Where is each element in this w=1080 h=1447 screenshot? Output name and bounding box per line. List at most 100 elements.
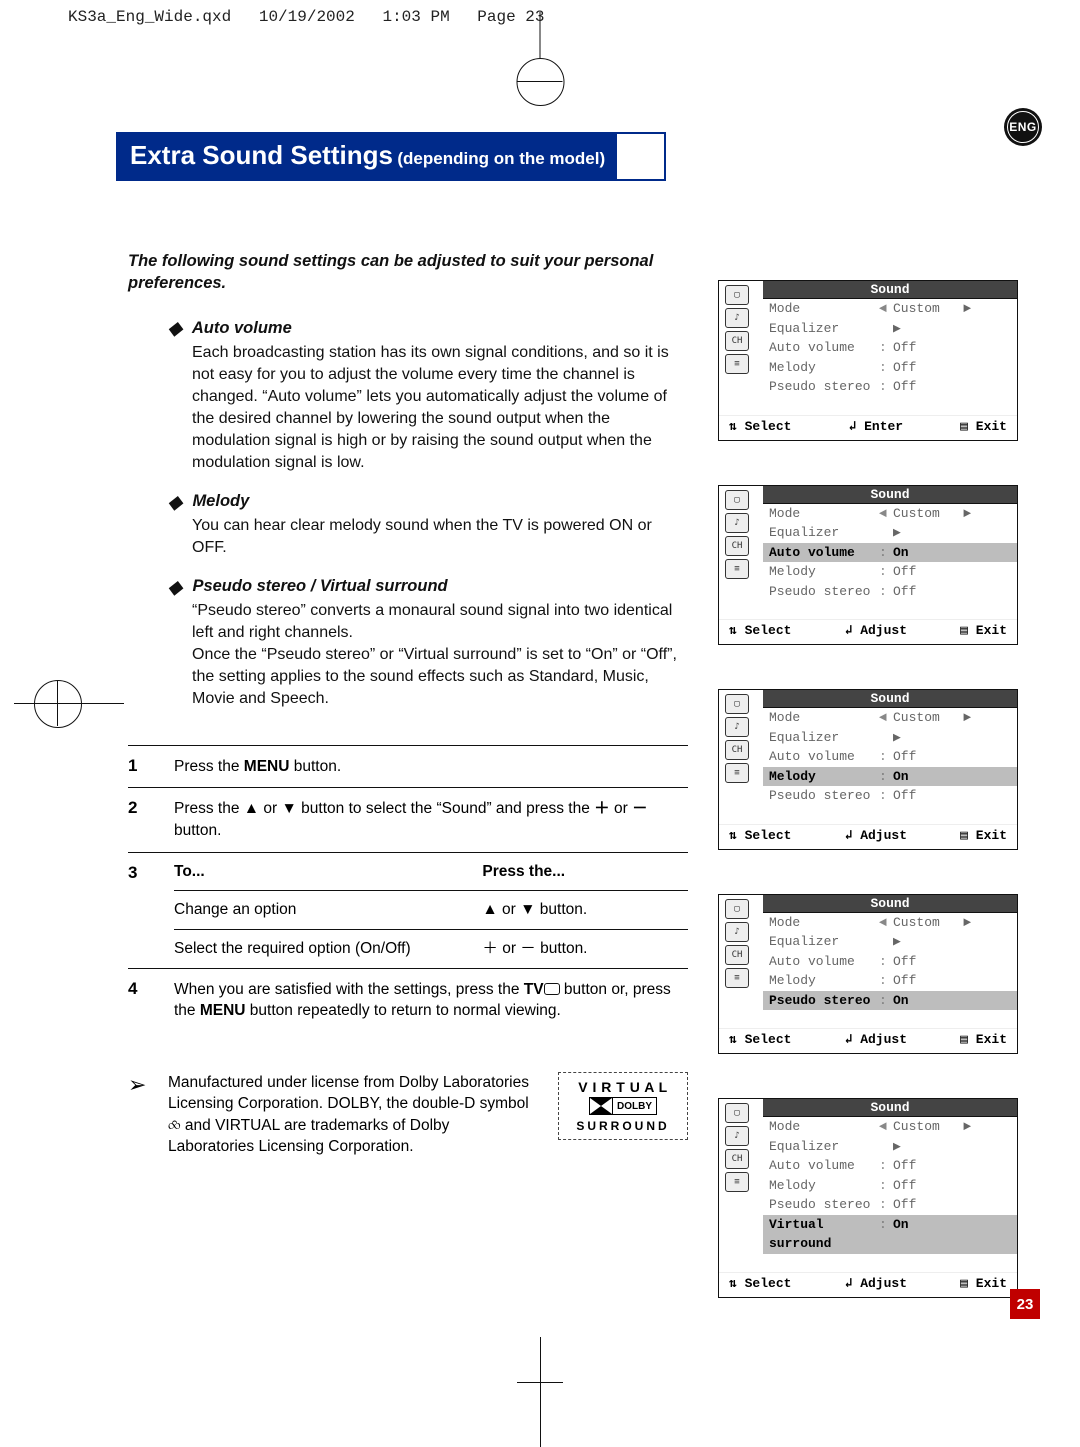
- print-pageno: Page 23: [477, 8, 544, 26]
- registration-mark-top: [540, 12, 541, 58]
- sound-icon: ♪: [725, 308, 749, 328]
- osd-row-vs: Virtual surround:On: [763, 1215, 1017, 1254]
- osd-title: Sound: [763, 1099, 1017, 1117]
- osd-nav-hints: ⇅ Select ↲ Adjust ▤ Exit: [719, 619, 1017, 644]
- osd-nav-hints: ⇅ Select↲ Enter▤ Exit: [719, 415, 1017, 440]
- channel-icon: CH: [725, 945, 749, 965]
- print-time: 1:03 PM: [382, 8, 449, 26]
- nav-middle: ↲ Adjust: [845, 1032, 907, 1047]
- osd-title: Sound: [763, 281, 1017, 299]
- osd-row-mode: Mode◄Custom ►: [763, 299, 1017, 319]
- osd-screen: ▢♪CH≡SoundMode◄Custom ►Equalizer▶Auto vo…: [718, 280, 1018, 441]
- col-press: Press the...: [482, 853, 688, 891]
- osd-title: Sound: [763, 690, 1017, 708]
- osd-row-mode: Mode◄Custom ►: [763, 1117, 1017, 1137]
- section-title-bar: Extra Sound Settings (depending on the m…: [116, 132, 666, 181]
- language-badge: ENG: [1004, 108, 1042, 146]
- osd-nav-hints: ⇅ Select ↲ Adjust ▤ Exit: [719, 1272, 1017, 1297]
- osd-screen: ▢♪CH≡SoundMode◄Custom ►Equalizer▶Auto vo…: [718, 1098, 1018, 1298]
- picture-icon: ▢: [725, 694, 749, 714]
- function-icon: ≡: [725, 968, 749, 988]
- sound-icon: ♪: [725, 1126, 749, 1146]
- osd-nav-hints: ⇅ Select↲ Adjust▤ Exit: [719, 824, 1017, 849]
- title-sub: (depending on the model): [397, 149, 605, 168]
- step-4: 4 When you are satisfied with the settin…: [128, 969, 688, 1032]
- step-2: 2 Press the ▲ or ▼ button to select the …: [128, 788, 688, 852]
- auto-volume-text: Each broadcasting station has its own si…: [192, 342, 688, 474]
- row-select-onoff: Select the required option (On/Off): [174, 929, 482, 967]
- osd-category-icons: ▢♪CH≡: [719, 281, 763, 415]
- channel-icon: CH: [725, 740, 749, 760]
- osd-category-icons: ▢♪CH≡: [719, 486, 763, 620]
- osd-row-ps: Pseudo stereo:On: [763, 991, 1017, 1011]
- osd-row-av: Auto volume:Off: [763, 1156, 1017, 1176]
- osd-row-ps: Pseudo stereo:Off: [763, 377, 1017, 397]
- channel-icon: CH: [725, 536, 749, 556]
- osd-row-mel: Melody:Off: [763, 971, 1017, 991]
- osd-row-eq: Equalizer▶: [763, 932, 1017, 952]
- col-to: To...: [174, 853, 482, 891]
- nav-exit: ▤ Exit: [960, 828, 1007, 843]
- osd-screen: ▢♪CH≡SoundMode◄Custom ►Equalizer▶Auto vo…: [718, 485, 1018, 646]
- function-icon: ≡: [725, 559, 749, 579]
- osd-row-eq: Equalizer▶: [763, 319, 1017, 339]
- diamond-icon: ◆: [168, 319, 182, 337]
- surround-label: SURROUND: [563, 1119, 683, 1133]
- osd-row-mel: Melody:Off: [763, 562, 1017, 582]
- melody-text: You can hear clear melody sound when the…: [192, 515, 688, 559]
- nav-middle: ↲ Adjust: [845, 1276, 907, 1291]
- nav-exit: ▤ Exit: [960, 623, 1007, 638]
- diamond-icon: ◆: [168, 578, 182, 596]
- picture-icon: ▢: [725, 899, 749, 919]
- sound-icon: ♪: [725, 717, 749, 737]
- osd-row-mel: Melody:On: [763, 767, 1017, 787]
- step-3: 3 To... Press the... Change an option ▲ …: [128, 853, 688, 969]
- osd-title: Sound: [763, 486, 1017, 504]
- tv-icon: [544, 983, 560, 995]
- nav-exit: ▤ Exit: [960, 419, 1007, 434]
- step-1: 1 Press the MENU button.: [128, 746, 688, 789]
- nav-exit: ▤ Exit: [960, 1276, 1007, 1291]
- picture-icon: ▢: [725, 490, 749, 510]
- nav-select: ⇅ Select: [729, 1276, 791, 1291]
- osd-row-av: Auto volume:Off: [763, 747, 1017, 767]
- title-main: Extra Sound Settings: [130, 140, 393, 170]
- dolby-logo-box: V I R T U A L DOLBY SURROUND: [558, 1072, 688, 1140]
- function-icon: ≡: [725, 763, 749, 783]
- intro-text: The following sound settings can be adju…: [128, 250, 688, 295]
- page-number: 23: [1010, 1289, 1040, 1319]
- osd-nav-hints: ⇅ Select ↲ Adjust ▤ Exit: [719, 1028, 1017, 1053]
- melody-heading: ◆ Melody: [168, 492, 688, 511]
- print-header: KS3a_Eng_Wide.qxd 10/19/2002 1:03 PM Pag…: [68, 8, 563, 26]
- registration-mark-bottom: [517, 1337, 563, 1447]
- osd-row-eq: Equalizer▶: [763, 1137, 1017, 1157]
- row-select-onoff-btn: ＋ or － button.: [482, 929, 688, 967]
- body-column: The following sound settings can be adju…: [128, 250, 688, 1158]
- osd-row-eq: Equalizer▶: [763, 523, 1017, 543]
- registration-mark-left: [14, 680, 124, 726]
- osd-row-ps: Pseudo stereo:Off: [763, 786, 1017, 806]
- nav-select: ⇅ Select: [729, 1032, 791, 1047]
- function-icon: ≡: [725, 1172, 749, 1192]
- manual-page: KS3a_Eng_Wide.qxd 10/19/2002 1:03 PM Pag…: [0, 0, 1080, 1447]
- nav-select: ⇅ Select: [729, 623, 791, 638]
- osd-row-mel: Melody:Off: [763, 358, 1017, 378]
- osd-row-mel: Melody:Off: [763, 1176, 1017, 1196]
- nav-select: ⇅ Select: [729, 419, 791, 434]
- nav-exit: ▤ Exit: [960, 1032, 1007, 1047]
- auto-volume-heading: ◆ Auto volume: [168, 319, 688, 338]
- osd-category-icons: ▢ ♪ CH ≡: [719, 690, 763, 824]
- channel-icon: CH: [725, 1149, 749, 1169]
- row-change-option-btn: ▲ or ▼ button.: [482, 891, 688, 930]
- dolby-dd-icon: DOLBY: [589, 1097, 657, 1115]
- sound-icon: ♪: [725, 922, 749, 942]
- nav-middle: ↲ Adjust: [845, 623, 907, 638]
- osd-row-ps: Pseudo stereo:Off: [763, 1195, 1017, 1215]
- osd-screenshots-column: ▢♪CH≡SoundMode◄Custom ►Equalizer▶Auto vo…: [718, 280, 1018, 1298]
- osd-row-eq: Equalizer▶: [763, 728, 1017, 748]
- language-badge-label: ENG: [1007, 111, 1039, 143]
- pseudo-stereo-heading: ◆ Pseudo stereo / Virtual surround: [168, 577, 688, 596]
- diamond-icon: ◆: [168, 493, 182, 511]
- print-file: KS3a_Eng_Wide.qxd: [68, 8, 231, 26]
- dolby-note-text: Manufactured under license from Dolby La…: [168, 1072, 542, 1158]
